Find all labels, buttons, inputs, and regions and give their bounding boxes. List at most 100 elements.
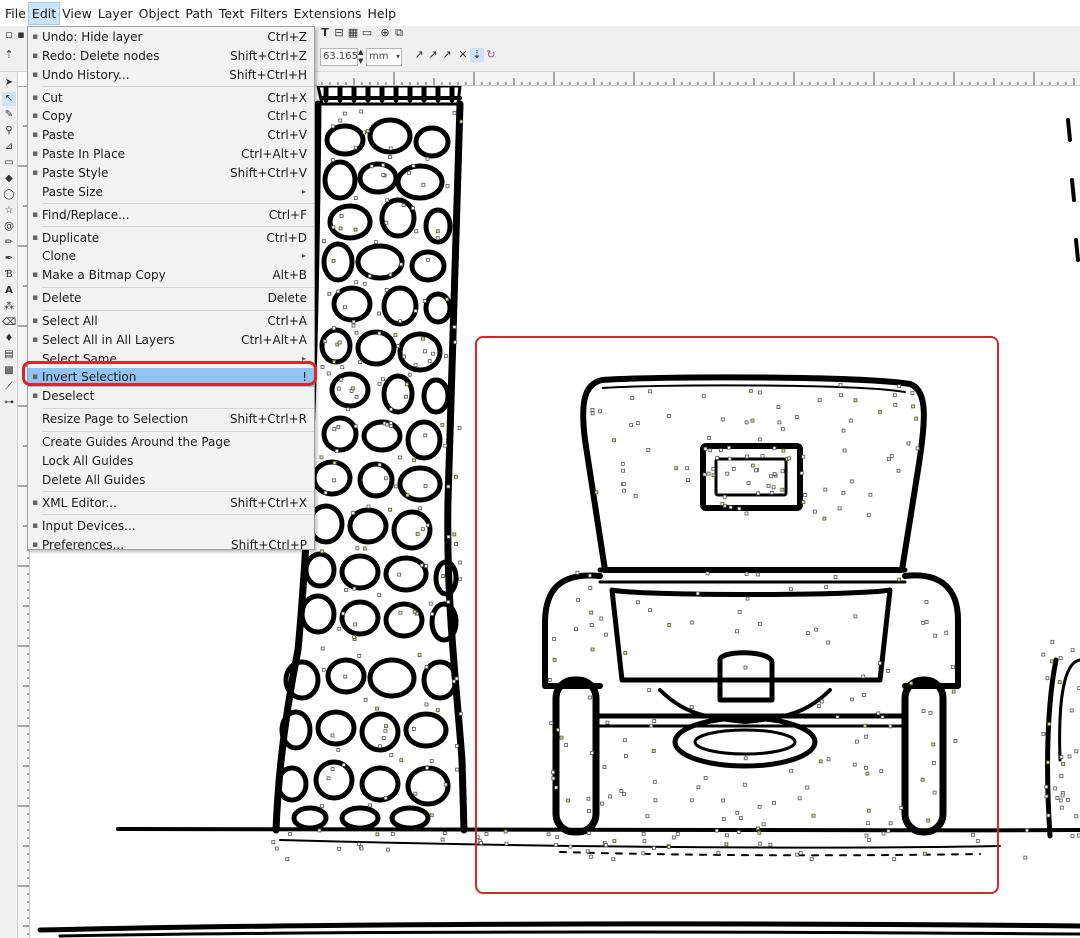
menu-item-select-same[interactable]: Select Same ▸ bbox=[28, 350, 314, 369]
menu-edit[interactable]: Edit bbox=[27, 1, 61, 25]
unit-select[interactable]: mm ▾ bbox=[366, 48, 402, 66]
ellipse-tool-icon[interactable]: ◯ bbox=[2, 188, 16, 202]
zoom-spinner[interactable]: ▲ ▼ bbox=[358, 48, 366, 66]
menu-item-paste-style[interactable]: ▪ Paste Style Shift+Ctrl+V bbox=[28, 164, 314, 183]
menu-item-shortcut: Ctrl+Z bbox=[267, 30, 307, 44]
control-icon[interactable]: ⧉ bbox=[392, 26, 406, 40]
menu-item-label: Deselect bbox=[42, 389, 95, 404]
text-tool-icon[interactable]: A bbox=[2, 284, 16, 298]
menu-item-deselect[interactable]: ▪ Deselect bbox=[28, 387, 314, 406]
node-tool-icon[interactable]: ↖ bbox=[2, 92, 16, 106]
invert-selection-icon: ▪ bbox=[31, 372, 39, 383]
eraser-tool-icon[interactable]: ⌫ bbox=[2, 316, 16, 330]
menu-item-label: Create Guides Around the Page bbox=[42, 435, 231, 450]
menu-item-input-devices[interactable]: ▪ Input Devices... bbox=[28, 517, 314, 536]
menu-extensions[interactable]: Extensions bbox=[291, 3, 365, 24]
star-tool-icon[interactable]: ☆ bbox=[2, 204, 16, 218]
toolbox: ➤ ↖ ✎ ⚲ ⊿ ▭ ◆ ◯ ☆ @ ✏ ✒ Ɓ A ⁂ ⌫ ♦ ▤ ▩ ⟋ … bbox=[0, 72, 18, 938]
measure-tool-icon[interactable]: ⊿ bbox=[2, 140, 16, 154]
menu-item-clone[interactable]: Clone ▸ bbox=[28, 247, 314, 266]
menu-file[interactable]: File bbox=[2, 3, 29, 24]
menu-path[interactable]: Path bbox=[182, 3, 215, 24]
menu-item-preferences[interactable]: ▪ Preferences... Shift+Ctrl+P bbox=[28, 536, 314, 555]
selector-tool-icon[interactable]: ➤ bbox=[2, 76, 16, 90]
menu-item-xml-editor[interactable]: ▪ XML Editor... Shift+Ctrl+X bbox=[28, 494, 314, 513]
menu-item-resize-page-to-selection[interactable]: Resize Page to Selection Shift+Ctrl+R bbox=[28, 410, 314, 429]
gradient-tool-icon[interactable]: ▤ bbox=[2, 348, 16, 362]
menu-item-label: Duplicate bbox=[42, 230, 100, 245]
mesh-tool-icon[interactable]: ▩ bbox=[2, 364, 16, 378]
zoom-value-field[interactable]: 63.165 bbox=[320, 48, 358, 66]
menu-layer[interactable]: Layer bbox=[95, 3, 136, 24]
menu-item-paste-size[interactable]: Paste Size ▸ bbox=[28, 183, 314, 202]
menu-item-shortcut: Alt+B bbox=[272, 268, 307, 283]
menu-item-undo-history[interactable]: ▪ Undo History... Shift+Ctrl+H bbox=[28, 66, 314, 85]
spray-tool-icon[interactable]: ⁂ bbox=[2, 300, 16, 314]
menu-item-lock-all-guides[interactable]: Lock All Guides bbox=[28, 452, 314, 471]
dropper-tool-icon[interactable]: ⟋ bbox=[2, 380, 16, 394]
menu-item-cut[interactable]: ▪ Cut Ctrl+X bbox=[28, 89, 314, 108]
menu-item-duplicate[interactable]: ▪ Duplicate Ctrl+D bbox=[28, 229, 314, 248]
menu-item-label: Paste Style bbox=[42, 165, 109, 180]
deselect-icon: ▪ bbox=[31, 391, 39, 402]
node-symmetric-icon[interactable]: ↗ bbox=[440, 48, 454, 62]
menu-item-shortcut: Ctrl+Alt+V bbox=[241, 146, 307, 161]
menu-item-shortcut: Shift+Ctrl+X bbox=[230, 495, 307, 510]
menu-item-create-guides-around-the-page[interactable]: Create Guides Around the Page bbox=[28, 433, 314, 452]
connector-tool-icon[interactable]: ⊶ bbox=[2, 396, 16, 410]
control-icon[interactable]: ▦ bbox=[346, 26, 360, 40]
menu-item-invert-selection[interactable]: ▪ Invert Selection! bbox=[28, 368, 314, 388]
node-curve-icon[interactable]: ↗ bbox=[426, 48, 440, 62]
menu-object[interactable]: Object bbox=[136, 3, 183, 24]
menu-bar: File Edit View Layer Object Path Text Filters Ex… bbox=[0, 0, 1080, 26]
menu-item-select-all[interactable]: ▪ Select All Ctrl+A bbox=[28, 312, 314, 331]
pen-tool-icon[interactable]: ✒ bbox=[2, 252, 16, 266]
control-icon[interactable]: ⊟ bbox=[332, 26, 346, 40]
calligraphy-tool-icon[interactable]: Ɓ bbox=[2, 268, 16, 282]
menu-item-undo-hide-layer[interactable]: ▪ Undo: Hide layer Ctrl+Z bbox=[28, 28, 314, 47]
menu-item-find-replace[interactable]: ▪ Find/Replace... Ctrl+F bbox=[28, 206, 314, 225]
menu-item-paste[interactable]: ▪ Paste Ctrl+V bbox=[28, 126, 314, 145]
menu-help[interactable]: Help bbox=[365, 3, 400, 24]
text-tool-control-icon[interactable]: T bbox=[318, 26, 332, 40]
menu-item-label: Select All bbox=[42, 314, 98, 329]
menu-separator bbox=[42, 309, 314, 311]
menu-item-delete-all-guides[interactable]: Delete All Guides bbox=[28, 471, 314, 490]
cut-icon: ▪ bbox=[31, 92, 39, 103]
open-document-icon[interactable]: ▪ bbox=[14, 28, 28, 42]
menu-item-shortcut: Shift+Ctrl+H bbox=[229, 67, 307, 82]
close-path-icon[interactable]: ✕ bbox=[456, 48, 470, 62]
3d-box-tool-icon[interactable]: ◆ bbox=[2, 172, 16, 186]
node-mode-icon[interactable]: ⇡ bbox=[2, 48, 16, 62]
inkscape-window: File Edit View Layer Object Path Text Filters Ex… bbox=[0, 0, 1080, 938]
menu-item-shortcut: Shift+Ctrl+P bbox=[231, 537, 307, 552]
paste-style-icon: ▪ bbox=[31, 167, 39, 178]
tweak-tool-icon[interactable]: ✎ bbox=[2, 108, 16, 122]
horizontal-ruler[interactable] bbox=[314, 72, 1080, 86]
show-handles-icon[interactable]: ⇣ bbox=[470, 48, 484, 62]
menu-item-select-all-in-all-layers[interactable]: ▪ Select All in All Layers Ctrl+Alt+A bbox=[28, 331, 314, 350]
delete-icon: ▪ bbox=[31, 293, 39, 304]
menu-item-redo-delete-nodes[interactable]: ▪ Redo: Delete nodes Shift+Ctrl+Z bbox=[28, 47, 314, 66]
menu-view[interactable]: View bbox=[59, 3, 95, 24]
menu-item-delete[interactable]: ▪ Delete Delete bbox=[28, 289, 314, 308]
menu-item-shortcut: Shift+Ctrl+Z bbox=[230, 48, 307, 63]
menu-item-label: Find/Replace... bbox=[42, 207, 130, 222]
pencil-tool-icon[interactable]: ✏ bbox=[2, 236, 16, 250]
rectangle-tool-icon[interactable]: ▭ bbox=[2, 156, 16, 170]
menu-item-shortcut: Shift+Ctrl+V bbox=[230, 165, 307, 180]
show-outline-icon[interactable]: ↻ bbox=[484, 48, 498, 62]
menu-filters[interactable]: Filters bbox=[247, 3, 290, 24]
control-icon[interactable]: ▭ bbox=[360, 26, 374, 40]
menu-text[interactable]: Text bbox=[216, 3, 247, 24]
node-smooth-icon[interactable]: ↗ bbox=[412, 48, 426, 62]
control-icon[interactable]: ⊕ bbox=[378, 26, 392, 40]
spiral-tool-icon[interactable]: @ bbox=[2, 220, 16, 234]
paint-bucket-tool-icon[interactable]: ♦ bbox=[2, 332, 16, 346]
menu-item-paste-in-place[interactable]: ▪ Paste In Place Ctrl+Alt+V bbox=[28, 145, 314, 164]
menu-item-copy[interactable]: ▪ Copy Ctrl+C bbox=[28, 107, 314, 126]
menu-item-make-a-bitmap-copy[interactable]: ▪ Make a Bitmap Copy Alt+B bbox=[28, 266, 314, 285]
menu-separator bbox=[42, 514, 314, 516]
menu-item-label: Invert Selection bbox=[42, 370, 137, 385]
zoom-tool-icon[interactable]: ⚲ bbox=[2, 124, 16, 138]
